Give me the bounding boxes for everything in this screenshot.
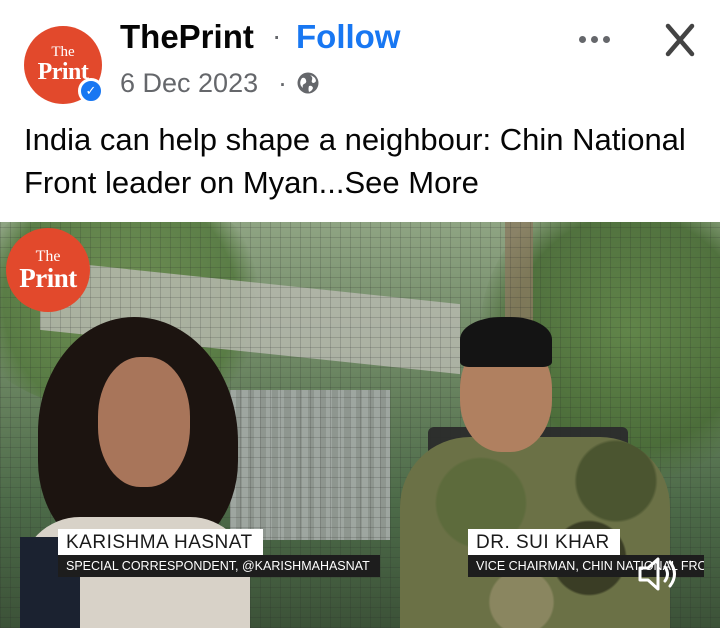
video-player[interactable]: The Print KARISHMA HASNAT SPECIAL CORRES… [0, 222, 720, 628]
host-name: KARISHMA HASNAT [58, 529, 263, 555]
video-logo-line-2: Print [19, 262, 77, 293]
guest-figure [400, 317, 670, 628]
avatar-line-2: Print [37, 58, 89, 85]
guest-name: DR. SUI KHAR [468, 529, 620, 555]
volume-muted-icon[interactable] [636, 554, 682, 594]
avatar-line-1: The [51, 43, 75, 60]
close-icon[interactable] [656, 18, 704, 62]
globe-icon [297, 72, 319, 94]
verified-badge-icon: ✓ [78, 78, 104, 104]
see-more-link[interactable]: See More [345, 165, 479, 200]
date-separator: · [278, 68, 287, 98]
more-options-icon[interactable] [572, 22, 616, 56]
post-header: The Print ✓ ThePrint · Follow 6 Dec 2023… [0, 0, 720, 120]
page-name-link[interactable]: ThePrint [120, 18, 254, 56]
host-figure [20, 317, 250, 628]
host-role: SPECIAL CORRESPONDENT, @KARISHMAHASNAT [58, 555, 380, 577]
host-lower-third: KARISHMA HASNAT SPECIAL CORRESPONDENT, @… [58, 529, 380, 577]
follow-button[interactable]: Follow [296, 18, 400, 56]
post-date[interactable]: 6 Dec 2023 [120, 68, 258, 99]
post-caption: India can help shape a neighbour: Chin N… [24, 118, 704, 204]
name-follow-separator: · [272, 20, 282, 51]
video-watermark-logo: The Print [6, 228, 90, 312]
